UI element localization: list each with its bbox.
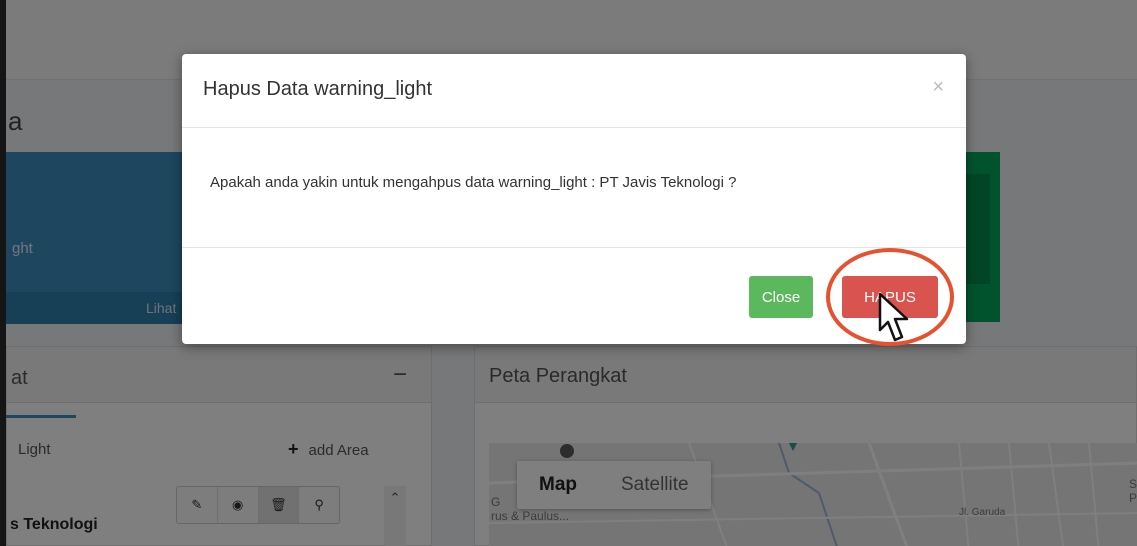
mouse-pointer-icon [878, 292, 909, 342]
modal-header: Hapus Data warning_light × [182, 54, 966, 128]
modal-body: Apakah anda yakin untuk mengahpus data w… [182, 128, 966, 248]
confirm-message: Apakah anda yakin untuk mengahpus data w… [210, 174, 737, 191]
modal-title: Hapus Data warning_light [203, 78, 433, 100]
close-button[interactable]: Close [749, 276, 813, 318]
close-icon[interactable]: × [932, 76, 944, 99]
